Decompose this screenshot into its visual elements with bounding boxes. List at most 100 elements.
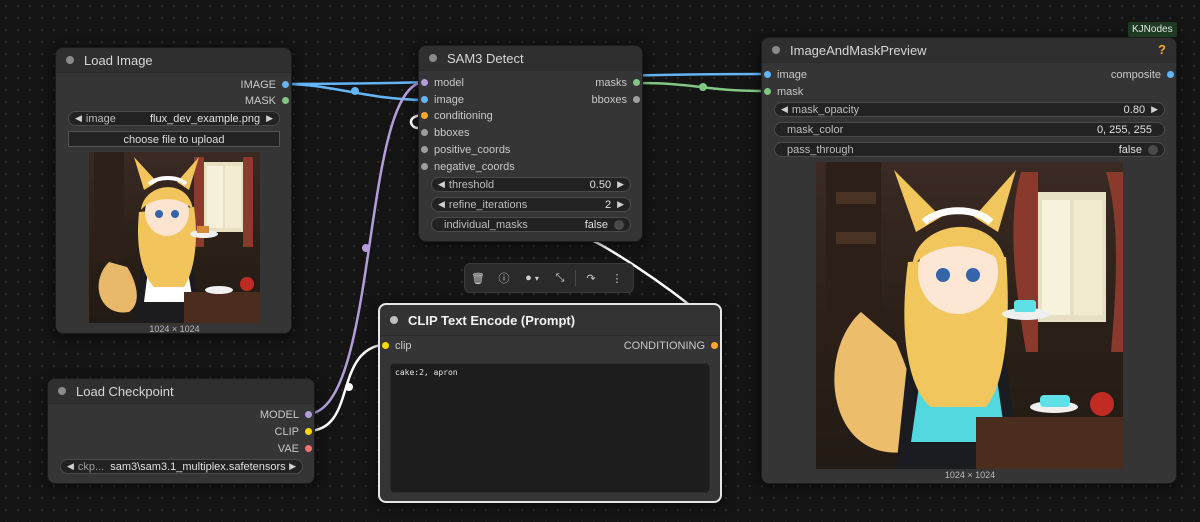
wire-image-to-sam3	[284, 82, 426, 102]
input-dot-icon[interactable]	[421, 163, 428, 170]
input-negative-coords[interactable]: negative_coords	[419, 160, 515, 174]
collapse-icon[interactable]: ⤡	[547, 272, 573, 285]
arrow-left-icon[interactable]: ◀	[438, 199, 445, 210]
clip-text-encode-node[interactable]: CLIP Text Encode (Prompt) clip CONDITION…	[378, 303, 722, 503]
chevron-down-icon[interactable]: ▾	[535, 274, 539, 283]
collapse-dot-icon[interactable]	[66, 56, 74, 64]
arrow-left-icon[interactable]: ◀	[75, 113, 82, 124]
input-mask[interactable]: mask	[762, 85, 803, 99]
node-title-bar[interactable]: CLIP Text Encode (Prompt)	[380, 305, 720, 336]
output-dot-icon[interactable]	[282, 97, 289, 104]
individual-masks-toggle[interactable]: individual_masks false	[431, 217, 631, 232]
upload-button[interactable]: choose file to upload	[68, 131, 280, 147]
slot-label: composite	[1110, 69, 1161, 81]
output-dot-icon[interactable]	[305, 428, 312, 435]
refine-iterations-widget[interactable]: ◀ refine_iterations 2 ▶	[431, 197, 631, 212]
widget-label: threshold	[448, 178, 495, 191]
load-image-node[interactable]: Load Image IMAGE MASK ◀ image flux_dev_e…	[55, 47, 292, 334]
input-bboxes[interactable]: bboxes	[419, 126, 469, 140]
slot-label: conditioning	[434, 110, 493, 122]
node-title-bar[interactable]: Load Checkpoint	[48, 379, 314, 404]
widget-label: mask_opacity	[791, 103, 860, 116]
arrow-left-icon[interactable]: ◀	[781, 104, 788, 115]
input-dot-icon[interactable]	[382, 342, 389, 349]
output-conditioning[interactable]: CONDITIONING	[624, 339, 720, 353]
ckpt-name-combo[interactable]: ◀ ckp... sam3\sam3.1_multiplex.safetenso…	[60, 459, 303, 474]
arrow-right-icon[interactable]: ▶	[289, 461, 296, 472]
output-dot-icon[interactable]	[305, 445, 312, 452]
output-clip[interactable]: CLIP	[275, 425, 314, 439]
input-dot-icon[interactable]	[421, 112, 428, 119]
output-vae[interactable]: VAE	[278, 442, 314, 456]
pass-through-toggle[interactable]: pass_through false	[774, 142, 1165, 157]
output-masks[interactable]: masks	[595, 76, 642, 90]
input-dot-icon[interactable]	[421, 79, 428, 86]
image-combo[interactable]: ◀ image flux_dev_example.png ▶	[68, 111, 280, 126]
node-title: ImageAndMaskPreview	[790, 42, 927, 58]
more-icon[interactable]: ⋮	[604, 272, 630, 285]
toggle-icon[interactable]	[614, 219, 624, 230]
output-image[interactable]: IMAGE	[241, 78, 291, 92]
arrow-right-icon[interactable]: ▶	[617, 179, 624, 190]
output-dot-icon[interactable]	[633, 79, 640, 86]
input-dot-icon[interactable]	[421, 146, 428, 153]
mask-color-widget[interactable]: mask_color 0, 255, 255	[774, 122, 1165, 137]
arrow-right-icon[interactable]: ▶	[266, 113, 273, 124]
node-title: Load Image	[84, 52, 153, 68]
slot-label: bboxes	[434, 127, 470, 139]
node-title-bar[interactable]: ImageAndMaskPreview ?	[762, 38, 1176, 63]
output-mask[interactable]: MASK	[245, 94, 291, 108]
input-conditioning[interactable]: conditioning	[419, 109, 493, 123]
widget-label: mask_color	[787, 123, 844, 136]
widget-value: 0.80	[1123, 103, 1146, 116]
color-icon[interactable]: ● ▾	[517, 272, 547, 284]
output-dot-icon[interactable]	[711, 342, 718, 349]
node-title-bar[interactable]: SAM3 Detect	[419, 46, 642, 71]
threshold-widget[interactable]: ◀ threshold 0.50 ▶	[431, 177, 631, 192]
slot-label: bboxes	[591, 94, 627, 106]
widget-value: false	[584, 218, 608, 231]
slot-label: MODEL	[259, 409, 299, 421]
prompt-textarea[interactable]: cake:2, apron	[390, 363, 710, 493]
input-dot-icon[interactable]	[764, 88, 771, 95]
trash-icon[interactable]: 🗑	[465, 272, 491, 285]
arrow-left-icon[interactable]: ◀	[438, 179, 445, 190]
input-dot-icon[interactable]	[421, 96, 428, 103]
help-icon[interactable]: ?	[1158, 42, 1166, 57]
input-dot-icon[interactable]	[421, 129, 428, 136]
input-clip[interactable]: clip	[380, 339, 412, 353]
input-image[interactable]: image	[419, 93, 464, 107]
info-icon[interactable]: ⓘ	[491, 270, 517, 286]
load-checkpoint-node[interactable]: Load Checkpoint MODEL CLIP VAE ◀ ckp... …	[47, 378, 315, 484]
image-size-caption: 1024 × 1024	[944, 470, 996, 480]
widget-value: flux_dev_example.png	[150, 112, 261, 125]
output-dot-icon[interactable]	[1167, 71, 1174, 78]
node-title-bar[interactable]: Load Image	[56, 48, 291, 73]
output-dot-icon[interactable]	[305, 411, 312, 418]
mask-opacity-widget[interactable]: ◀ mask_opacity 0.80 ▶	[774, 102, 1165, 117]
bypass-icon[interactable]: ↷	[578, 272, 604, 285]
wire-midpoint	[351, 87, 359, 95]
output-dot-icon[interactable]	[633, 96, 640, 103]
collapse-dot-icon[interactable]	[58, 387, 66, 395]
output-dot-icon[interactable]	[282, 81, 289, 88]
toolbar-divider	[575, 270, 576, 286]
arrow-right-icon[interactable]: ▶	[617, 199, 624, 210]
node-title: SAM3 Detect	[447, 50, 524, 66]
collapse-dot-icon[interactable]	[429, 54, 437, 62]
output-bboxes[interactable]: bboxes	[592, 93, 642, 107]
input-model[interactable]: model	[419, 76, 464, 90]
toggle-icon[interactable]	[1148, 144, 1158, 155]
arrow-right-icon[interactable]: ▶	[1151, 104, 1158, 115]
input-positive-coords[interactable]: positive_coords	[419, 143, 510, 157]
collapse-dot-icon[interactable]	[772, 46, 780, 54]
sam3-detect-node[interactable]: SAM3 Detect model image conditioning bbo…	[418, 45, 643, 242]
wire-masks-to-preview	[635, 81, 769, 93]
input-image[interactable]: image	[762, 68, 807, 82]
input-dot-icon[interactable]	[764, 71, 771, 78]
image-and-mask-preview-node[interactable]: ImageAndMaskPreview ? image mask composi…	[761, 37, 1177, 484]
output-model[interactable]: MODEL	[260, 408, 314, 422]
collapse-dot-icon[interactable]	[390, 316, 398, 324]
output-composite[interactable]: composite	[1111, 68, 1176, 82]
arrow-left-icon[interactable]: ◀	[67, 461, 74, 472]
